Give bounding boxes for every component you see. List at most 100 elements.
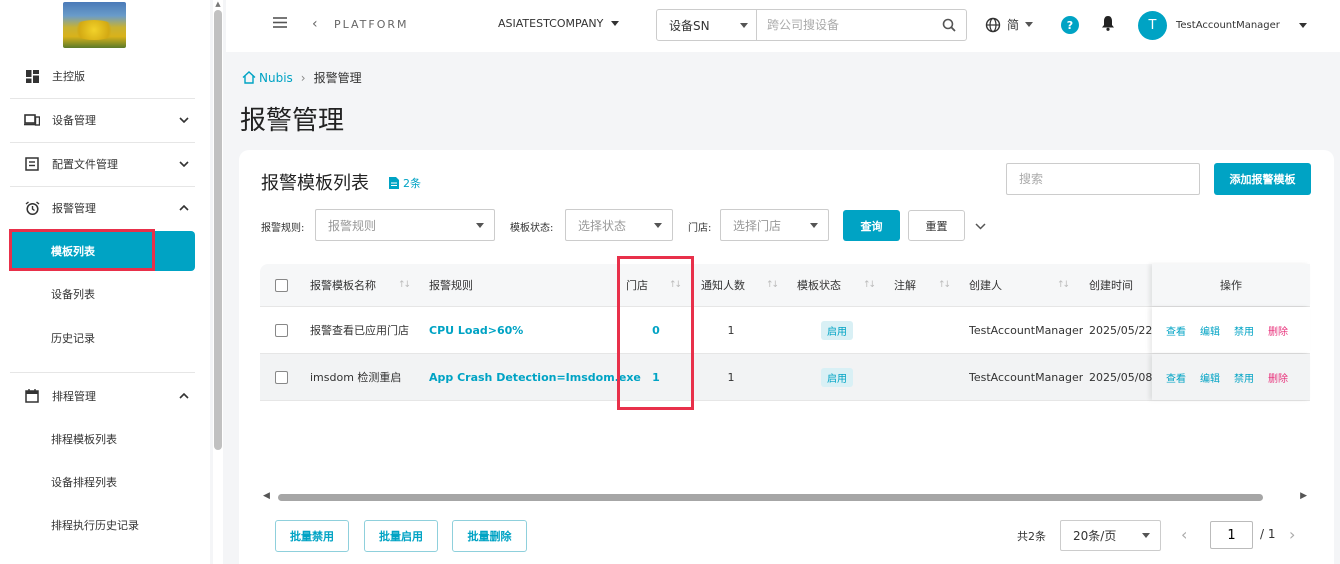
sidebar: 主控版 设备管理 配置文件管理 报警管理 模板列表 设备列表 历史记录 排程管理 [0,0,210,564]
breadcrumb-home[interactable]: Nubis [242,71,293,85]
rule-link[interactable]: App Crash Detection=Imsdom.exe [429,354,641,400]
query-button[interactable]: 查询 [843,210,900,241]
delete-button[interactable]: 删除 [1268,370,1288,385]
batch-delete-button[interactable]: 批量删除 [452,520,527,552]
prev-page-icon[interactable]: ‹ [1181,525,1187,544]
chevron-down-icon[interactable] [975,219,986,233]
search-input[interactable] [1006,163,1200,195]
col-header-creator: 创建人 [969,279,1002,292]
breadcrumb-home-label: Nubis [259,70,293,85]
top-header: ‹ PLATFORM ASIATESTCOMPANY 设备SN 简 ? T Te… [226,0,1340,52]
globe-icon [985,17,1001,32]
table-row[interactable]: imsdom 检测重启 App Crash Detection=Imsdom.e… [260,354,1310,401]
sidebar-item-schedule-management[interactable]: 排程管理 [10,374,195,418]
company-logo [63,2,126,48]
store-filter-select[interactable]: 选择门店 [720,209,829,241]
sort-icon[interactable]: ↑↓ [398,280,411,290]
disable-button[interactable]: 禁用 [1234,370,1254,385]
device-search-input[interactable] [757,10,932,40]
batch-enable-button[interactable]: 批量启用 [364,520,438,552]
search-type-select[interactable]: 设备SN [657,10,757,40]
language-selector[interactable]: 简 [985,16,1034,33]
avatar: T [1138,11,1167,40]
ops-header: 操作 [1152,264,1310,306]
sort-icon[interactable]: ↑↓ [766,280,779,290]
status-badge: 启用 [821,367,853,387]
sidebar-item-device-management[interactable]: 设备管理 [10,98,195,142]
scroll-up-arrow-icon[interactable]: ▲ [214,0,222,8]
rule-filter-select[interactable]: 报警规则 [315,209,495,241]
col-header-rule: 报警规则 [429,279,473,292]
scroll-right-arrow-icon[interactable]: ▶ [1300,491,1307,501]
template-name: 报警查看已应用门店 [310,324,409,337]
reset-button[interactable]: 重置 [908,210,965,241]
table-horizontal-scrollbar[interactable]: ◀ ▶ [260,490,1310,504]
platform-label: PLATFORM [334,18,409,31]
row-checkbox[interactable] [275,307,288,353]
page-size-select[interactable]: 20条/页 [1060,520,1161,551]
total-count: 共2条 [1017,530,1046,543]
bell-icon[interactable] [1101,15,1115,34]
row-ops: 查看 编辑 禁用 删除 [1152,354,1310,400]
page-number-input[interactable] [1210,521,1253,549]
add-alarm-template-button[interactable]: 添加报警模板 [1214,163,1311,195]
caret-down-icon [611,21,620,26]
col-header-name: 报警模板名称 [310,279,376,292]
page-total: / 1 [1260,527,1276,541]
scroll-left-arrow-icon[interactable]: ◀ [263,491,270,501]
sidebar-item-alarm-management[interactable]: 报警管理 [10,186,195,230]
sidebar-subitem-schedule-templates[interactable]: 排程模板列表 [10,419,195,459]
sort-icon[interactable]: ↑↓ [863,280,876,290]
card-title: 报警模板列表 [261,173,369,194]
alarm-clock-icon [24,200,40,216]
select-all-checkbox[interactable] [275,264,288,306]
company-selector[interactable]: ASIATESTCOMPANY [498,17,620,30]
sidebar-item-dashboard[interactable]: 主控版 [10,54,195,98]
sidebar-item-config-files[interactable]: 配置文件管理 [10,142,195,186]
next-page-icon[interactable]: › [1289,525,1295,544]
store-count-link[interactable]: 1 [626,354,686,400]
sort-icon[interactable]: ↑↓ [1057,280,1070,290]
page-size-value: 20条/页 [1073,529,1117,543]
edit-button[interactable]: 编辑 [1200,370,1220,385]
sidebar-item-label: 排程管理 [52,390,96,403]
view-button[interactable]: 查看 [1166,323,1186,338]
store-count-link[interactable]: 0 [626,307,686,353]
sort-icon[interactable]: ↑↓ [938,280,951,290]
count-text: 2条 [403,177,421,190]
caret-down-icon [810,222,818,228]
search-icon[interactable] [932,10,966,40]
menu-icon[interactable] [272,15,288,32]
creator: TestAccountManager [969,323,1084,337]
table-row[interactable]: 报警查看已应用门店 CPU Load>60% 0 1 启用 TestAccoun… [260,307,1310,354]
chevron-left-icon[interactable]: ‹ [312,16,318,32]
devices-icon [24,112,40,128]
rule-link[interactable]: CPU Load>60% [429,307,523,353]
sidebar-subitem-template-list[interactable]: 模板列表 [10,231,195,271]
chevron-down-icon [173,117,195,123]
sidebar-subitem-device-list[interactable]: 设备列表 [10,274,195,314]
delete-button[interactable]: 删除 [1268,323,1288,338]
status-filter-select[interactable]: 选择状态 [565,209,673,241]
scroll-thumb[interactable] [278,494,1263,501]
search-type-value: 设备SN [669,18,710,33]
status-badge: 启用 [821,320,853,340]
template-name: imsdom 检测重启 [310,371,402,384]
batch-disable-button[interactable]: 批量禁用 [275,520,349,552]
document-icon [389,177,399,189]
col-header-notify-count: 通知人数 [701,279,745,292]
disable-button[interactable]: 禁用 [1234,323,1254,338]
sort-icon[interactable]: ↑↓ [669,280,682,290]
view-button[interactable]: 查看 [1166,370,1186,385]
row-checkbox[interactable] [275,354,288,400]
sidebar-subitem-history[interactable]: 历史记录 [10,318,195,358]
sidebar-subitem-schedule-history[interactable]: 排程执行历史记录 [10,505,195,545]
user-menu[interactable]: T TestAccountManager [1138,11,1307,40]
sidebar-subitem-device-schedules[interactable]: 设备排程列表 [10,462,195,502]
caret-down-icon [740,22,748,28]
help-icon[interactable]: ? [1061,16,1079,34]
edit-button[interactable]: 编辑 [1200,323,1220,338]
sidebar-scroll-thumb[interactable] [214,10,222,450]
sidebar-item-label: 设备管理 [52,114,96,127]
store-filter-placeholder: 选择门店 [733,218,782,233]
